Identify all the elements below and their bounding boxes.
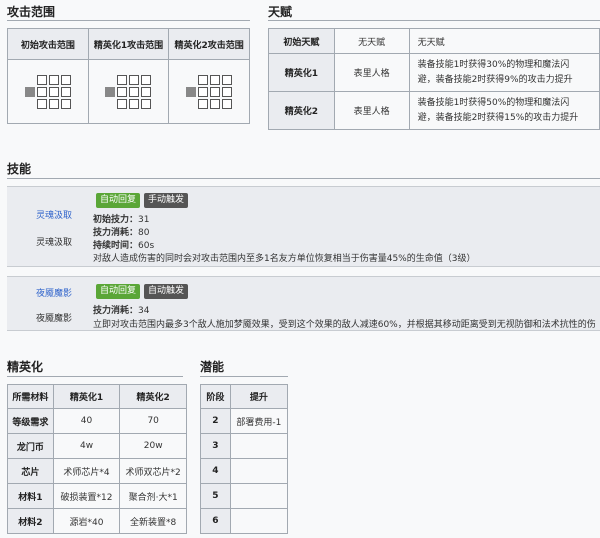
skill-desc-1: 对敌人造成伤害的同时会对攻击范围内至多1名友方单位恢复相当于伤害量45%的生命值… bbox=[93, 254, 476, 264]
talent-name-elite1: 表里人格 bbox=[333, 53, 410, 92]
talent-rule bbox=[268, 20, 600, 21]
attack-range-rule bbox=[7, 20, 250, 21]
talent-stage-initial: 初始天赋 bbox=[268, 28, 335, 54]
skill-badge-sp-recovery-1: 自动回复 bbox=[96, 193, 141, 208]
talent-name-initial: 无天赋 bbox=[333, 28, 410, 54]
elite-table: 所需材料 精英化1 精英化2 等级需求 40 70 龙门币 4w 20w 芯片 … bbox=[7, 384, 187, 534]
elite-cell-e2: 术师双芯片*2 bbox=[119, 458, 187, 484]
talent-desc-initial: 无天赋 bbox=[408, 28, 600, 54]
skill-card-2: 夜魇魔影 夜魇魔影 自动回复 自动触发 技力消耗：34 立即对攻击范围内最多3个… bbox=[7, 276, 600, 331]
talent-stage-elite2: 精英化2 bbox=[268, 91, 335, 130]
skill-card-1: 灵魂汲取 灵魂汲取 自动回复 手动触发 初始技力：31 技力消耗：80 持续时间… bbox=[7, 186, 600, 267]
elite-cell-e1: 4w bbox=[52, 433, 121, 459]
attack-range-title: 攻击范围 bbox=[7, 5, 56, 19]
range-header-initial: 初始攻击范围 bbox=[7, 28, 89, 60]
skill-badge-trigger-1: 手动触发 bbox=[144, 193, 189, 208]
skill-stat-sp-cost-2: 技力消耗：34 bbox=[93, 306, 150, 316]
potential-header-bonus: 提升 bbox=[229, 384, 289, 409]
elite-header-e1: 精英化1 bbox=[52, 384, 121, 409]
potential-title: 潜能 bbox=[200, 360, 225, 374]
potential-stage: 5 bbox=[200, 483, 231, 509]
skill-stat-sp-cost-1: 技力消耗：80 bbox=[93, 228, 150, 238]
potential-bonus bbox=[229, 483, 289, 509]
elite-header-material: 所需材料 bbox=[7, 384, 54, 409]
skill-desc-2: 立即对攻击范围内最多3个敌人施加梦魇效果，受到这个效果的敌人减速60%，并根据其… bbox=[93, 320, 596, 330]
skill-stat-initial-sp: 初始技力：31 bbox=[93, 215, 150, 225]
potential-bonus bbox=[229, 458, 289, 484]
range-grid-elite2-cell bbox=[168, 59, 250, 124]
talent-table: 初始天赋 无天赋 无天赋 精英化1 表里人格 装备技能1时获得30%的物理和魔法… bbox=[268, 28, 600, 130]
elite-cell-e2: 聚合剂·大*1 bbox=[119, 483, 187, 509]
range-header-elite2: 精英化2攻击范围 bbox=[168, 28, 250, 60]
talent-desc-elite1: 装备技能1时获得30%的物理和魔法闪 避，装备技能2时获得9%的攻击力提升 bbox=[408, 53, 600, 92]
elite-rule bbox=[7, 376, 183, 377]
potential-bonus: 部署费用-1 bbox=[229, 408, 289, 434]
elite-cell-e1: 40 bbox=[52, 408, 121, 434]
elite-row-label: 材料2 bbox=[7, 508, 54, 534]
skill-name-2: 夜魇魔影 bbox=[36, 314, 73, 324]
elite-cell-e1: 源岩*40 bbox=[52, 508, 121, 534]
potential-stage: 4 bbox=[200, 458, 231, 484]
elite-title: 精英化 bbox=[7, 360, 44, 374]
skill-stat-duration: 持续时间：60s bbox=[93, 241, 155, 251]
elite-header-e2: 精英化2 bbox=[119, 384, 187, 409]
elite-row-label: 等级需求 bbox=[7, 408, 54, 434]
range-grid-elite1 bbox=[105, 74, 152, 109]
skills-rule bbox=[7, 178, 600, 179]
range-grid-initial bbox=[24, 74, 71, 109]
potential-rule bbox=[200, 376, 288, 377]
potential-bonus bbox=[229, 433, 289, 459]
talent-title: 天赋 bbox=[268, 5, 293, 19]
elite-cell-e2: 70 bbox=[119, 408, 187, 434]
range-grid-initial-cell bbox=[7, 59, 89, 124]
potential-header-stage: 阶段 bbox=[200, 384, 231, 409]
skill-badge-trigger-2: 自动触发 bbox=[144, 284, 189, 299]
skill-badge-sp-recovery-2: 自动回复 bbox=[96, 284, 141, 299]
elite-cell-e2: 20w bbox=[119, 433, 187, 459]
elite-cell-e1: 术师芯片*4 bbox=[52, 458, 121, 484]
potential-bonus bbox=[229, 508, 289, 534]
elite-cell-e1: 破损装置*12 bbox=[52, 483, 121, 509]
elite-row-label: 材料1 bbox=[7, 483, 54, 509]
range-grid-elite1-cell bbox=[87, 59, 170, 124]
potential-stage: 6 bbox=[200, 508, 231, 534]
elite-row-label: 龙门币 bbox=[7, 433, 54, 459]
talent-desc-elite2: 装备技能1时获得50%的物理和魔法闪 避，装备技能2时获得15%的攻击力提升 bbox=[408, 91, 600, 130]
potential-stage: 2 bbox=[200, 408, 231, 434]
elite-cell-e2: 全新装置*8 bbox=[119, 508, 187, 534]
elite-row-label: 芯片 bbox=[7, 458, 54, 484]
range-grid-elite2 bbox=[186, 74, 233, 109]
skill-link-2[interactable]: 夜魇魔影 bbox=[36, 286, 72, 299]
potential-table: 阶段 提升 2 部署费用-1 3 4 5 6 bbox=[200, 384, 289, 534]
skill-name-1: 灵魂汲取 bbox=[36, 238, 73, 248]
range-header-elite1: 精英化1攻击范围 bbox=[87, 28, 170, 60]
potential-stage: 3 bbox=[200, 433, 231, 459]
talent-name-elite2: 表里人格 bbox=[333, 91, 410, 130]
skill-link-1[interactable]: 灵魂汲取 bbox=[36, 208, 72, 221]
talent-stage-elite1: 精英化1 bbox=[268, 53, 335, 92]
attack-range-table: 初始攻击范围 精英化1攻击范围 精英化2攻击范围 bbox=[7, 28, 250, 124]
skills-title: 技能 bbox=[7, 162, 32, 176]
